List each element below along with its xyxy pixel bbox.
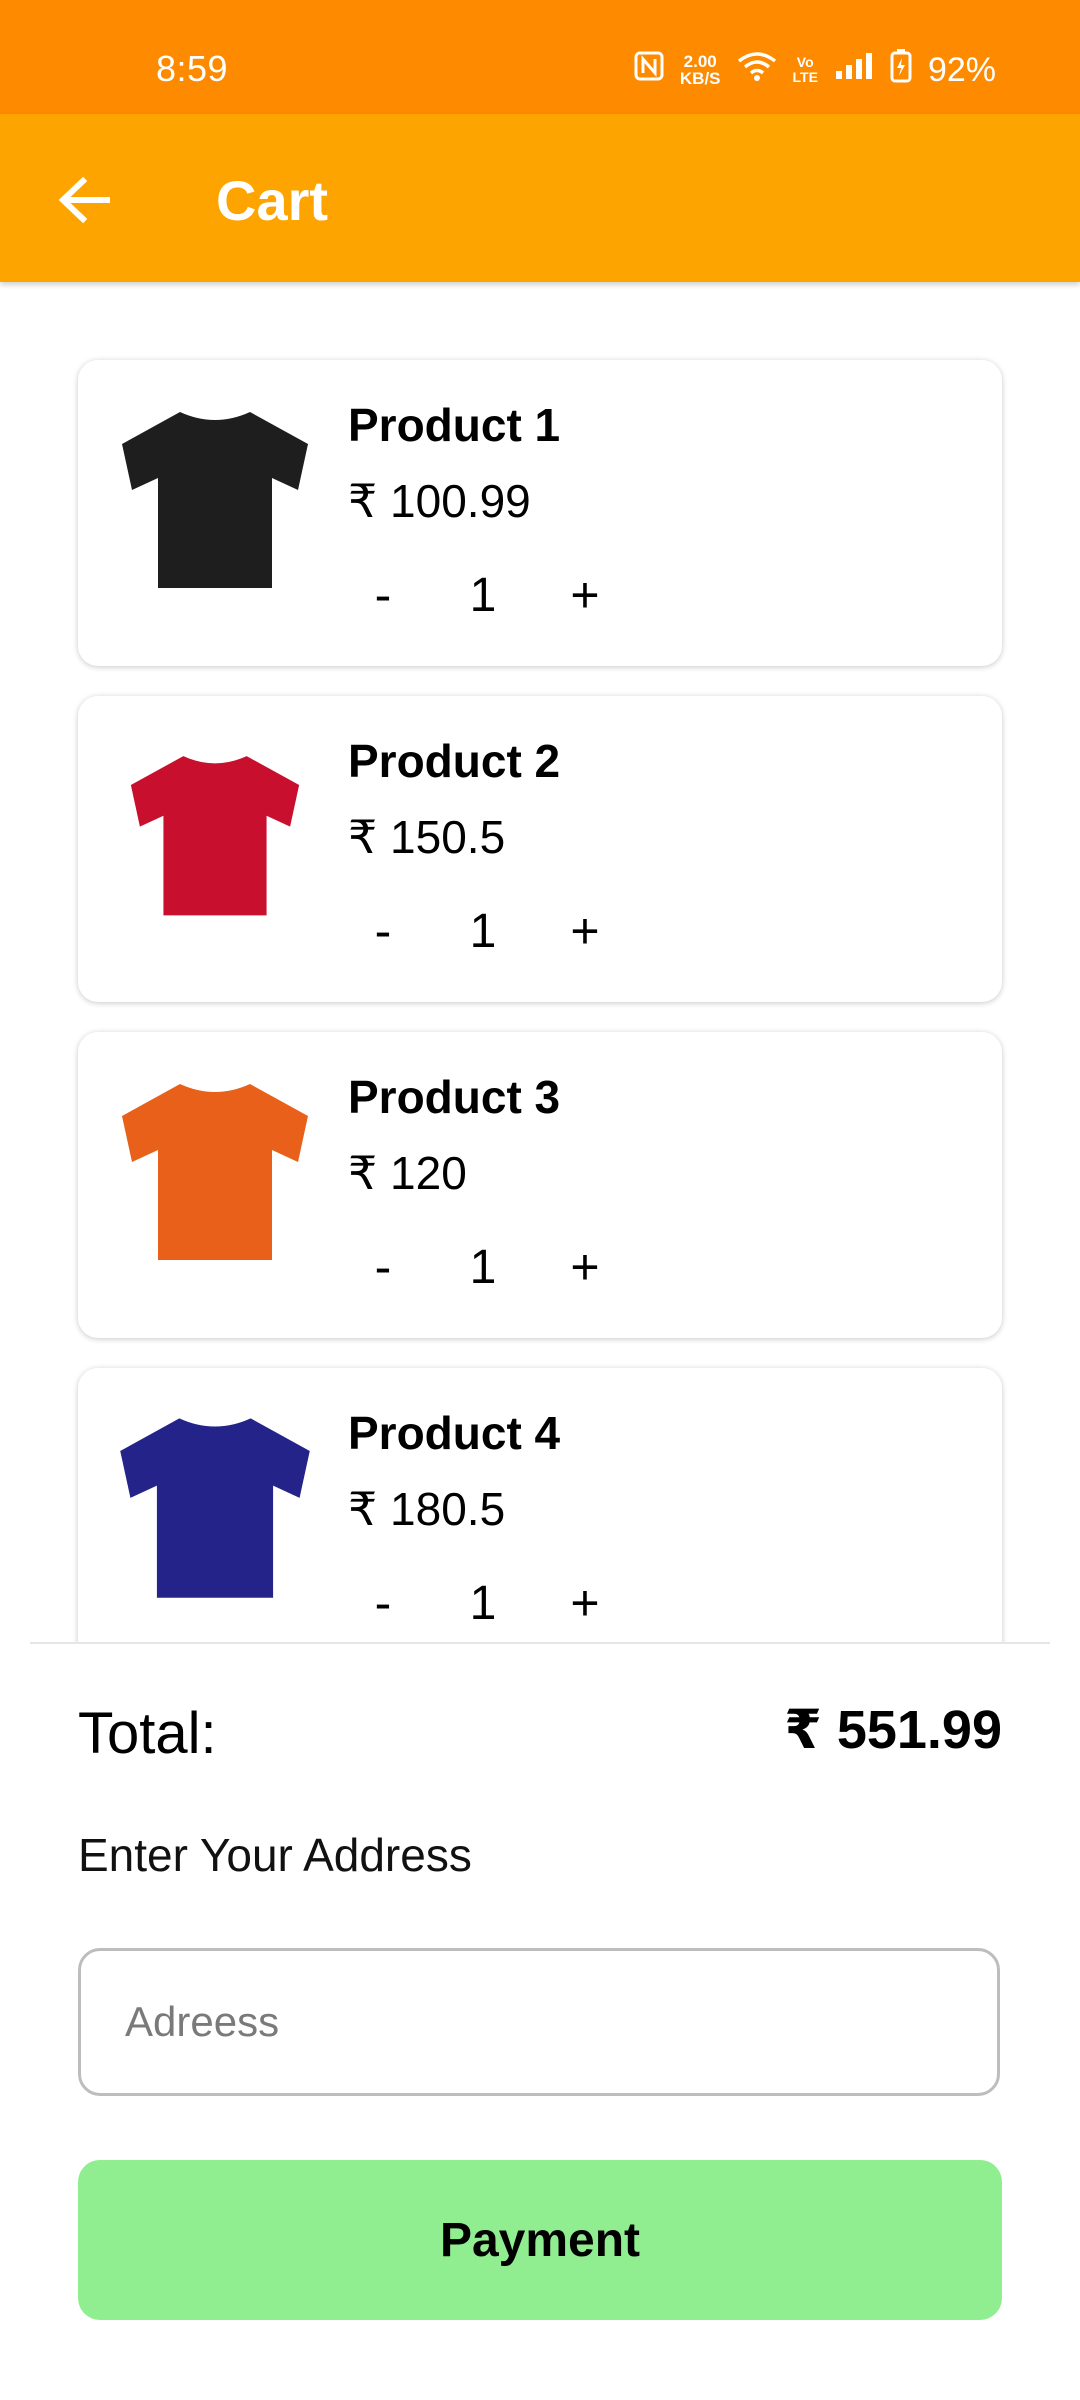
cart-item: Product 4 ₹ 180.5 - 1 + xyxy=(78,1368,1002,1642)
total-label: Total: xyxy=(78,1701,217,1766)
cart-item: Product 1 ₹ 100.99 - 1 + xyxy=(78,360,1002,666)
quantity-stepper: - 1 + xyxy=(348,1232,648,1302)
product-image xyxy=(108,1398,322,1612)
product-name: Product 4 xyxy=(348,1407,561,1459)
status-time: 8:59 xyxy=(156,48,229,89)
divider xyxy=(30,1642,1050,1644)
decrease-quantity-button[interactable]: - xyxy=(348,1568,418,1638)
product-price: ₹ 150.5 xyxy=(348,811,506,863)
arrow-left-icon xyxy=(58,176,110,224)
tshirt-icon xyxy=(120,1418,310,1598)
decrease-quantity-button[interactable]: - xyxy=(348,896,418,966)
volte-bottom: LTE xyxy=(792,69,818,85)
net-speed-unit: KB/S xyxy=(679,69,721,88)
status-bar: 8:59 2.00 KB/S Vo LTE 92% xyxy=(0,0,1080,114)
tshirt-icon xyxy=(130,756,300,916)
quantity-stepper: - 1 + xyxy=(348,896,648,966)
payment-button[interactable]: Payment xyxy=(78,2160,1002,2320)
signal-icon xyxy=(834,51,874,90)
cart-list[interactable]: Product 1 ₹ 100.99 - 1 + Product 2 ₹ 150… xyxy=(0,282,1080,1642)
product-name: Product 3 xyxy=(348,1071,561,1123)
product-name: Product 2 xyxy=(348,735,561,787)
battery-icon xyxy=(890,48,912,92)
product-name: Product 1 xyxy=(348,399,561,451)
product-price: ₹ 120 xyxy=(348,1147,467,1199)
tshirt-icon xyxy=(122,412,308,588)
product-image xyxy=(108,1062,322,1276)
address-input[interactable] xyxy=(78,1948,1000,2096)
cart-item: Product 3 ₹ 120 - 1 + xyxy=(78,1032,1002,1338)
volte-icon: Vo LTE xyxy=(793,55,818,85)
quantity-stepper: - 1 + xyxy=(348,1568,648,1638)
quantity-value: 1 xyxy=(469,1576,497,1630)
net-speed-value: 2.00 xyxy=(683,52,717,71)
product-image xyxy=(108,726,322,940)
product-image xyxy=(108,390,322,604)
nfc-icon xyxy=(634,51,664,90)
product-price: ₹ 100.99 xyxy=(348,475,531,527)
tshirt-icon xyxy=(122,1084,308,1260)
increase-quantity-button[interactable]: + xyxy=(550,560,620,630)
net-speed: 2.00 KB/S xyxy=(680,53,721,87)
decrease-quantity-button[interactable]: - xyxy=(348,1232,418,1302)
page-title: Cart xyxy=(216,169,329,232)
status-icons: 2.00 KB/S Vo LTE 92% xyxy=(634,46,996,94)
increase-quantity-button[interactable]: + xyxy=(550,1568,620,1638)
wifi-icon xyxy=(737,51,777,90)
quantity-stepper: - 1 + xyxy=(348,560,648,630)
volte-top: Vo xyxy=(796,54,814,70)
app-bar: Cart xyxy=(0,114,1080,282)
cart-item: Product 2 ₹ 150.5 - 1 + xyxy=(78,696,1002,1002)
back-button[interactable] xyxy=(48,164,120,236)
decrease-quantity-button[interactable]: - xyxy=(348,560,418,630)
total-value: ₹ 551.99 xyxy=(784,1700,1002,1760)
quantity-value: 1 xyxy=(469,904,497,958)
quantity-value: 1 xyxy=(469,1240,497,1294)
increase-quantity-button[interactable]: + xyxy=(550,1232,620,1302)
increase-quantity-button[interactable]: + xyxy=(550,896,620,966)
battery-percent: 92% xyxy=(927,50,996,89)
quantity-value: 1 xyxy=(469,568,497,622)
address-label: Enter Your Address xyxy=(78,1829,472,1881)
product-price: ₹ 180.5 xyxy=(348,1483,506,1535)
